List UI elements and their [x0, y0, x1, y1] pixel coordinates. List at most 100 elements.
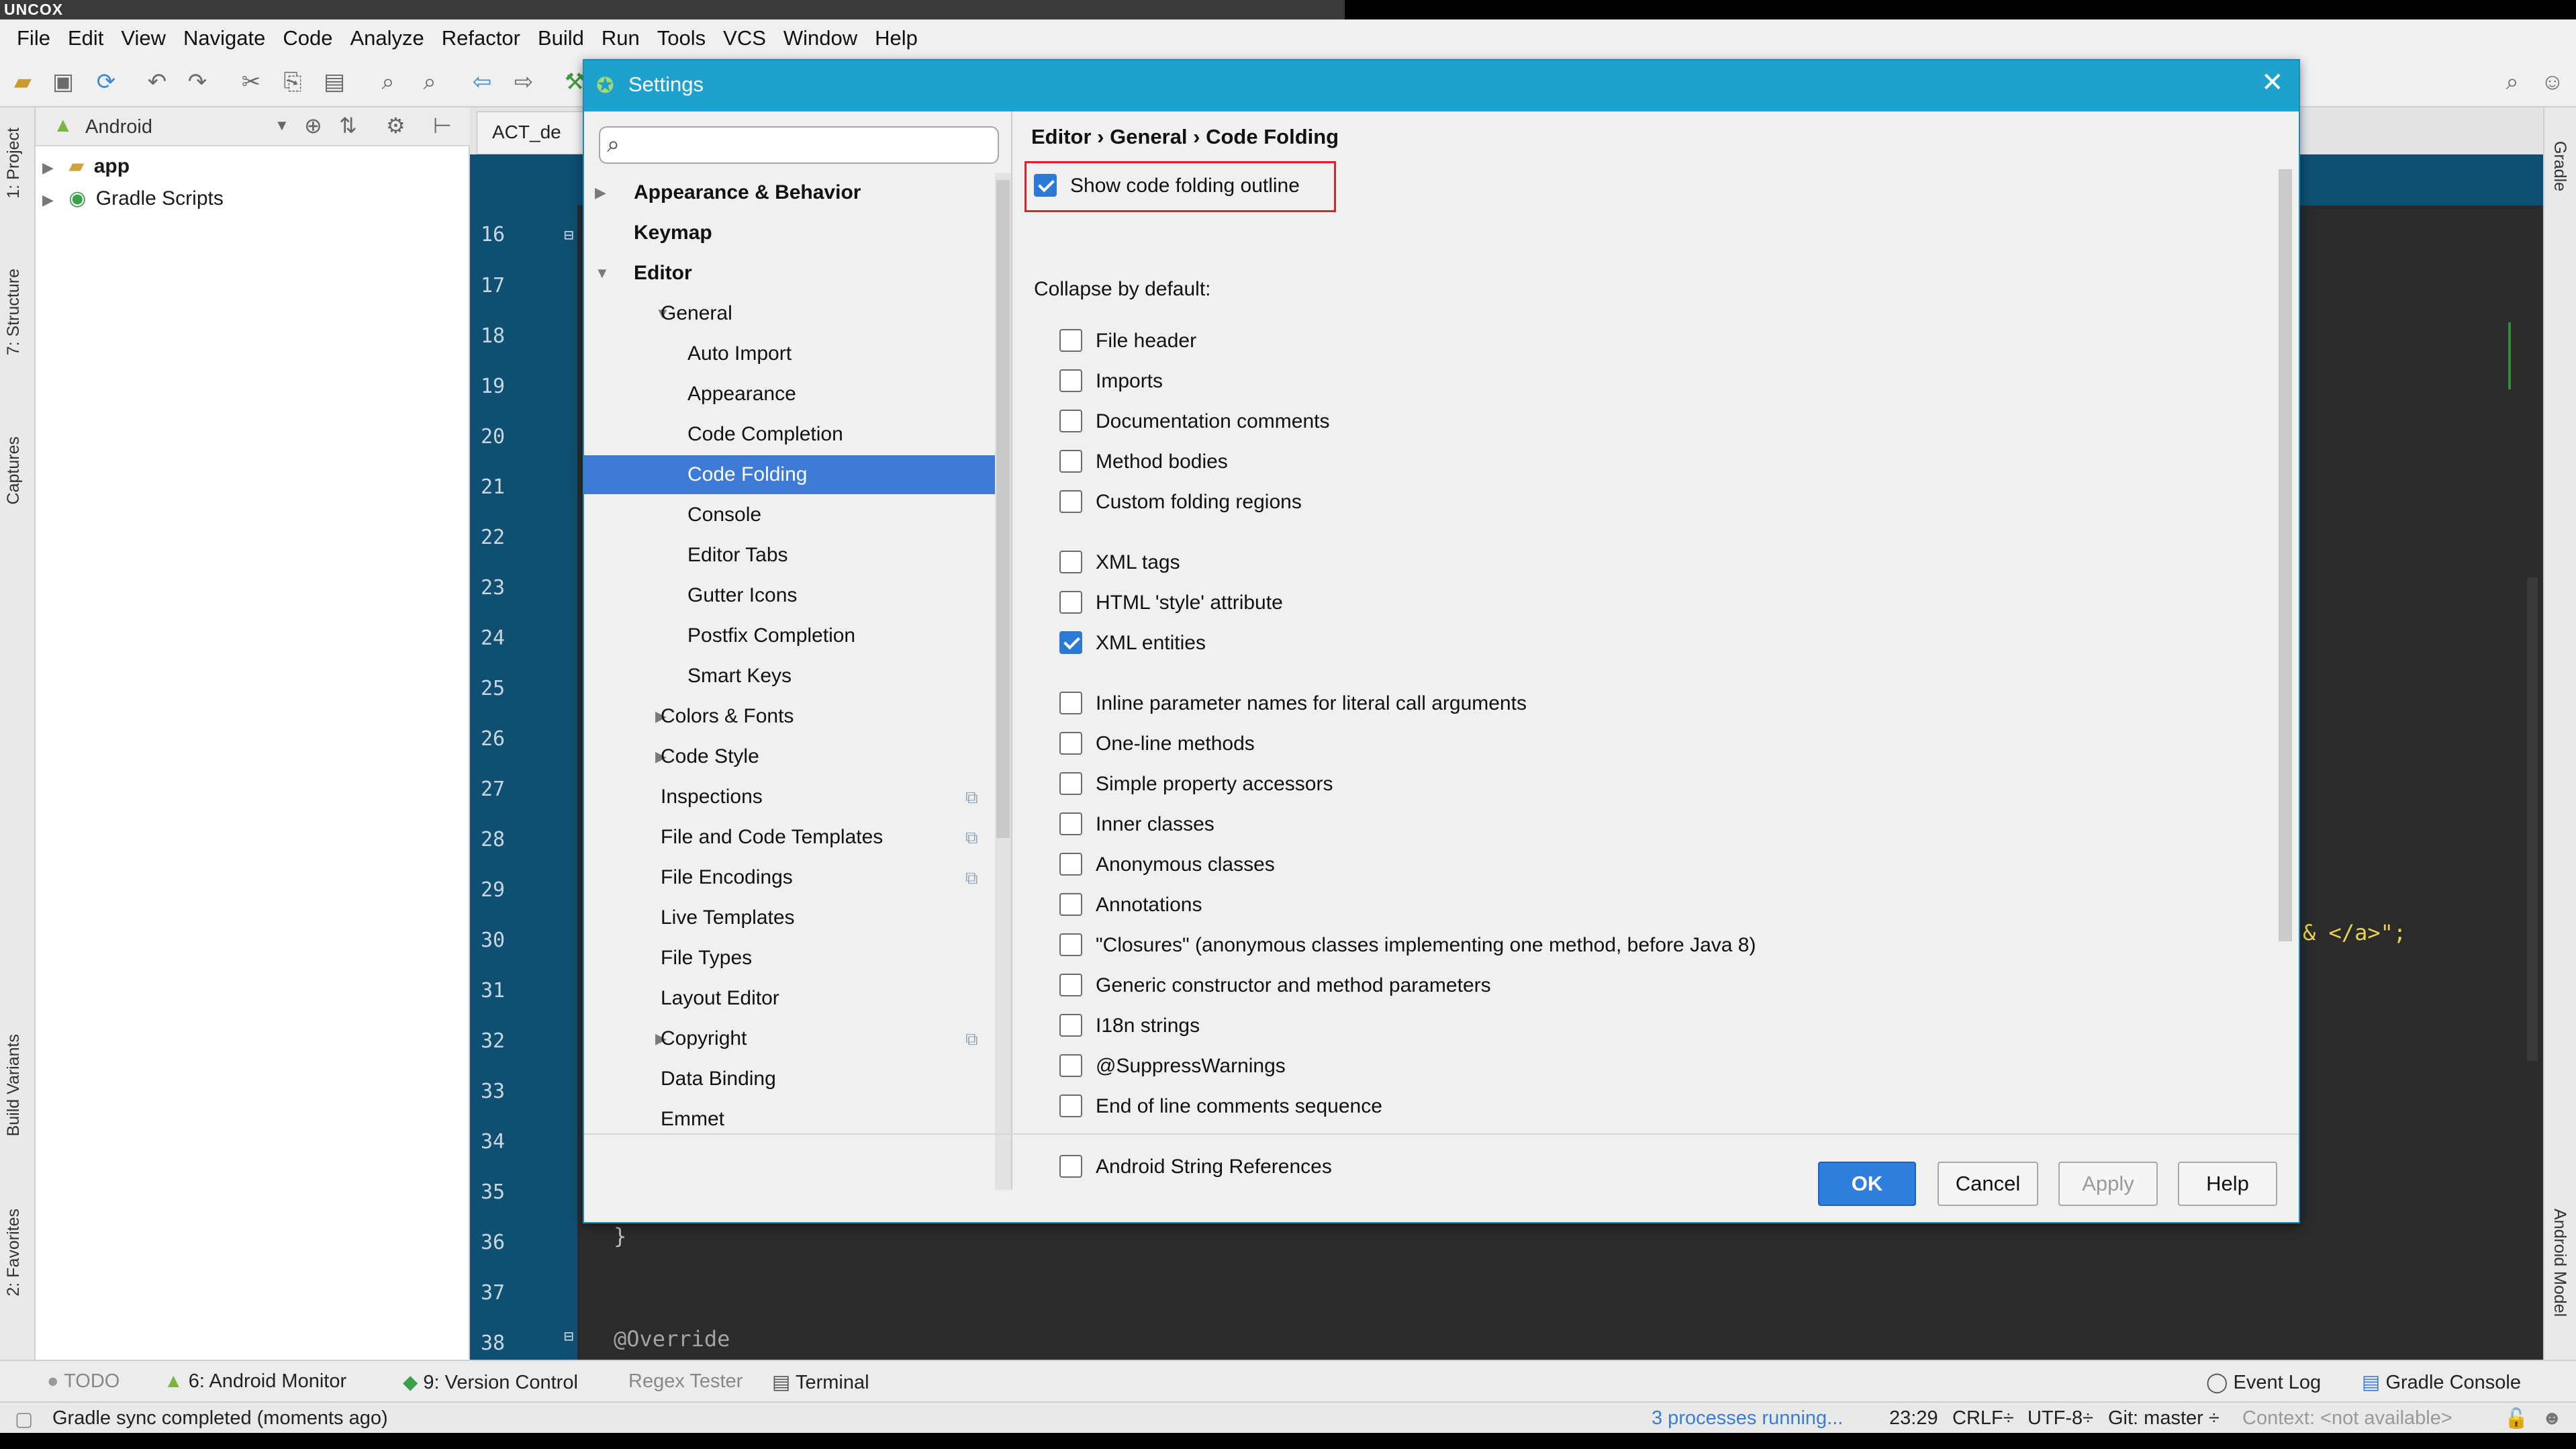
fold-option-checkbox[interactable]: @SuppressWarnings	[1059, 1053, 1286, 1080]
fold-option-checkbox[interactable]: Simple property accessors	[1059, 771, 1333, 798]
fold-option-checkbox[interactable]: Anonymous classes	[1059, 851, 1275, 878]
tab-captures[interactable]: Captures	[4, 436, 23, 504]
checkbox-box[interactable]	[1059, 1155, 1082, 1178]
content-scrollbar[interactable]	[2273, 111, 2299, 1190]
fold-option-checkbox[interactable]: Inner classes	[1059, 811, 1214, 838]
fold-option-checkbox[interactable]: Inline parameter names for literal call …	[1059, 690, 1527, 717]
paste-icon[interactable]: ▤	[320, 67, 349, 97]
menu-file[interactable]: File	[8, 26, 59, 50]
locate-icon[interactable]: ⊕	[304, 113, 322, 138]
checkbox-box[interactable]	[1059, 450, 1082, 473]
user-icon[interactable]: ☺	[2538, 67, 2567, 97]
checkbox-box[interactable]	[1059, 772, 1082, 796]
fold-option-checkbox[interactable]: One-line methods	[1059, 731, 1255, 757]
menu-window[interactable]: Window	[775, 26, 866, 50]
settings-tree-item[interactable]: ▶ Copyright ⧉	[584, 1019, 1011, 1058]
find-icon[interactable]: ⌕	[373, 67, 403, 97]
lock-icon[interactable]: 🔓	[2504, 1407, 2528, 1430]
checkbox-box[interactable]	[1059, 631, 1082, 655]
fold-option-checkbox[interactable]: Method bodies	[1059, 449, 1228, 475]
editor-scrollbar[interactable]	[2527, 577, 2538, 1061]
scrollbar-thumb[interactable]	[996, 180, 1010, 838]
menu-view[interactable]: View	[112, 26, 175, 50]
menu-build[interactable]: Build	[529, 26, 593, 50]
sync-icon[interactable]: ⟳	[91, 67, 121, 97]
forward-icon[interactable]: ⇨	[509, 67, 538, 97]
tab-todo[interactable]: ● TODO	[47, 1370, 120, 1393]
redo-icon[interactable]: ↷	[183, 67, 212, 97]
cut-icon[interactable]: ✂	[236, 67, 266, 97]
fold-option-checkbox[interactable]: Imports	[1059, 368, 1163, 395]
scrollbar-thumb[interactable]	[2279, 169, 2292, 941]
settings-tree-item[interactable]: Code Completion	[584, 415, 1011, 454]
settings-tree-item[interactable]: ▶ Colors & Fonts	[584, 697, 1011, 736]
fold-option-checkbox[interactable]: I18n strings	[1059, 1013, 1200, 1039]
checkbox-box[interactable]	[1059, 812, 1082, 836]
checkbox-box[interactable]	[1059, 329, 1082, 353]
chevron-down-icon[interactable]: ▼	[595, 254, 610, 293]
settings-tree-item[interactable]: ▼ General	[584, 294, 1011, 333]
fold-marker-icon[interactable]: ⊟	[564, 226, 573, 244]
processes-link[interactable]: 3 processes running...	[1652, 1407, 1843, 1430]
save-icon[interactable]: ▣	[48, 67, 78, 97]
checkbox-box[interactable]	[1059, 893, 1082, 917]
tab-structure[interactable]: 7: Structure	[4, 269, 23, 355]
checkbox-box[interactable]	[1059, 1054, 1082, 1078]
cancel-button[interactable]: Cancel	[1938, 1162, 2038, 1206]
tab-gradle[interactable]: Gradle	[2550, 141, 2569, 191]
settings-tree-item[interactable]: Console	[584, 496, 1011, 534]
git-branch[interactable]: Git: master ÷	[2108, 1407, 2220, 1430]
menu-help[interactable]: Help	[866, 26, 926, 50]
fold-option-checkbox[interactable]: End of line comments sequence	[1059, 1093, 1382, 1120]
splitter[interactable]	[1011, 111, 1012, 1190]
fold-option-checkbox[interactable]: Annotations	[1059, 892, 1202, 919]
settings-tree-item[interactable]: ▶ Appearance & Behavior	[584, 173, 1011, 212]
file-encoding[interactable]: UTF-8÷	[2028, 1407, 2093, 1430]
line-separator[interactable]: CRLF÷	[1952, 1407, 2014, 1430]
settings-tree-item[interactable]: Data Binding	[584, 1060, 1011, 1099]
menu-code[interactable]: Code	[274, 26, 341, 50]
settings-tree-item[interactable]: File Types	[584, 939, 1011, 978]
tab-event-log[interactable]: ◯ Event Log	[2206, 1370, 2321, 1394]
tab-favorites[interactable]: 2: Favorites	[4, 1209, 23, 1297]
settings-tree-item[interactable]: File and Code Templates ⧉	[584, 818, 1011, 857]
replace-icon[interactable]: ⌕	[415, 67, 444, 97]
apply-button[interactable]: Apply	[2058, 1162, 2158, 1206]
menu-edit[interactable]: Edit	[59, 26, 112, 50]
chevron-down-icon[interactable]: ▼	[275, 117, 289, 134]
settings-tree-item[interactable]: Editor Tabs	[584, 536, 1011, 575]
chevron-right-icon[interactable]: ▶	[595, 173, 606, 212]
settings-tree-item[interactable]: Keymap	[584, 214, 1011, 252]
menu-run[interactable]: Run	[593, 26, 649, 50]
settings-tree-item[interactable]: Code Folding	[584, 455, 1011, 494]
search-everywhere-icon[interactable]: ⌕	[2497, 67, 2527, 97]
tab-terminal[interactable]: ▤ Terminal	[772, 1370, 869, 1394]
settings-tree-item[interactable]: Gutter Icons	[584, 576, 1011, 615]
tab-gradle-console[interactable]: ▤ Gradle Console	[2362, 1370, 2521, 1394]
settings-tree-item[interactable]: Layout Editor	[584, 979, 1011, 1018]
checkbox-box[interactable]	[1059, 1094, 1082, 1118]
toggle-tool-windows-icon[interactable]: ▢	[15, 1407, 33, 1431]
fold-option-checkbox[interactable]: Android String References	[1059, 1154, 1332, 1180]
tab-regex-tester[interactable]: Regex Tester	[628, 1370, 743, 1393]
project-view-selector[interactable]: Android	[85, 116, 152, 138]
checkbox-box[interactable]	[1059, 369, 1082, 393]
checkbox-box[interactable]	[1059, 692, 1082, 715]
menu-refactor[interactable]: Refactor	[433, 26, 529, 50]
tree-item-gradle-scripts[interactable]: ▶ ◉ Gradle Scripts	[42, 187, 224, 215]
open-folder-icon[interactable]: ▰	[8, 67, 38, 97]
checkbox-box[interactable]	[1059, 410, 1082, 433]
menu-vcs[interactable]: VCS	[714, 26, 775, 50]
hector-icon[interactable]: ☻	[2542, 1407, 2563, 1430]
ok-button[interactable]: OK	[1818, 1162, 1916, 1206]
tree-item-app[interactable]: ▶ ▰ app	[42, 154, 130, 183]
settings-tree-item[interactable]: Auto Import	[584, 334, 1011, 373]
tab-android-monitor[interactable]: ▲ 6: Android Monitor	[164, 1370, 346, 1393]
tab-project[interactable]: 1: Project	[4, 128, 23, 199]
menu-analyze[interactable]: Analyze	[341, 26, 432, 50]
checkbox-box[interactable]	[1034, 174, 1057, 197]
fold-option-checkbox[interactable]: XML tags	[1059, 549, 1180, 576]
settings-tree-scrollbar[interactable]	[995, 173, 1011, 1190]
menu-navigate[interactable]: Navigate	[175, 26, 274, 50]
settings-tree-item[interactable]: Live Templates	[584, 898, 1011, 937]
